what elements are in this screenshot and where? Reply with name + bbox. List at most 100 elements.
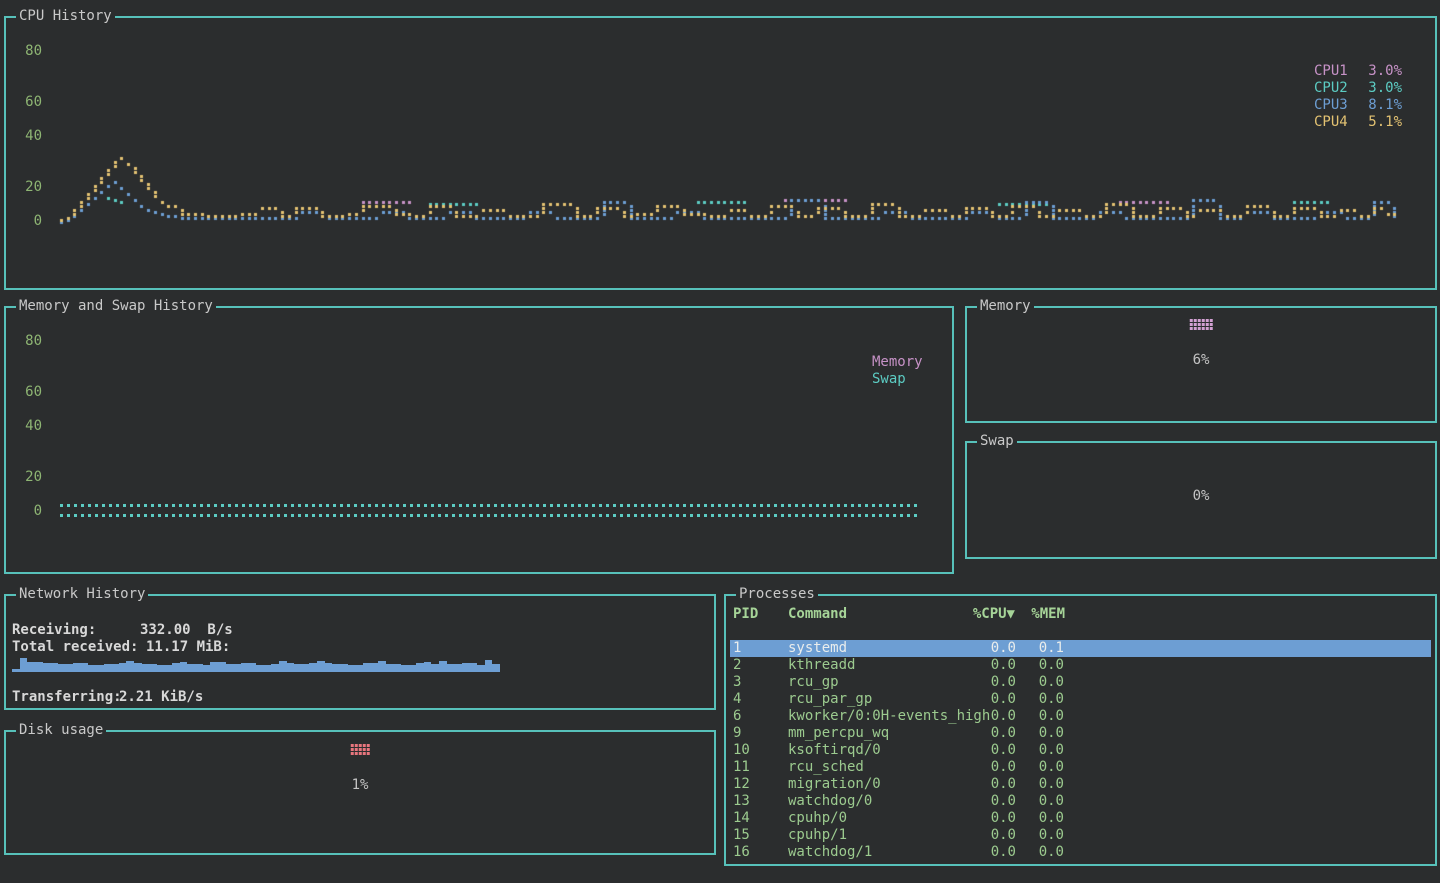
memory-swap-history-panel: Memory and Swap History 806040200 Memory…	[4, 306, 954, 574]
process-pid: 4	[733, 691, 741, 708]
command-column-header[interactable]: Command	[788, 606, 847, 623]
network-bar	[12, 669, 20, 672]
gauge-dot	[1194, 319, 1197, 322]
network-bar	[27, 662, 35, 672]
process-pid: 3	[733, 674, 741, 691]
process-row[interactable]: 11rcu_sched0.00.0	[730, 759, 1431, 776]
process-pid: 6	[733, 708, 741, 725]
network-bar	[73, 663, 81, 672]
process-pid: 16	[733, 844, 750, 861]
process-mem-percent: 0.0	[989, 776, 1064, 793]
network-receiving-label: Receiving:	[12, 622, 96, 639]
gauge-dot	[1190, 327, 1193, 330]
process-command: ksoftirqd/0	[788, 742, 881, 759]
network-bar	[104, 664, 112, 672]
network-bar	[401, 665, 409, 672]
process-command: rcu_par_gp	[788, 691, 872, 708]
gauge-dot	[1202, 327, 1205, 330]
processes-title: Processes	[736, 586, 818, 603]
process-pid: 1	[733, 640, 741, 657]
network-bar	[271, 664, 279, 672]
network-bar	[340, 664, 348, 672]
gauge-dot	[363, 744, 366, 747]
gauge-dot	[1206, 327, 1209, 330]
disk-gauge-arc	[351, 744, 370, 755]
process-row[interactable]: 6kworker/0:0H-events_high0.00.0	[730, 708, 1431, 725]
network-bar	[134, 663, 142, 672]
memory-tick-40: 40	[20, 419, 42, 433]
process-mem-percent: 0.0	[989, 657, 1064, 674]
network-bar	[317, 661, 325, 672]
process-row[interactable]: 10ksoftirqd/00.00.0	[730, 742, 1431, 759]
process-row[interactable]: 9mm_percpu_wq0.00.0	[730, 725, 1431, 742]
disk-usage-value: 1%	[352, 777, 369, 794]
network-bar	[20, 658, 28, 672]
network-bar	[470, 663, 478, 672]
gauge-dot	[355, 744, 358, 747]
process-mem-percent: 0.0	[989, 691, 1064, 708]
gauge-dot	[351, 748, 354, 751]
network-bar	[409, 665, 417, 672]
network-bar	[325, 663, 333, 672]
gauge-dot	[1194, 327, 1197, 330]
cpu-legend-row-cpu1: CPU13.0%	[1314, 63, 1402, 80]
gauge-dot	[351, 744, 354, 747]
network-transferring-value: 2.21 KiB/s	[119, 689, 203, 706]
process-table-header: PID Command %CPU▼ %MEM	[730, 606, 1431, 623]
process-row[interactable]: 4rcu_par_gp0.00.0	[730, 691, 1431, 708]
cpu-history-panel: CPU History 806040200 CPU13.0%CPU23.0%CP…	[4, 16, 1437, 290]
network-history-title: Network History	[16, 586, 148, 603]
memory-gauge-arc	[1190, 319, 1213, 330]
process-command: rcu_sched	[788, 759, 864, 776]
process-mem-percent: 0.0	[989, 674, 1064, 691]
process-command: watchdog/0	[788, 793, 872, 810]
process-row[interactable]: 15cpuhp/10.00.0	[730, 827, 1431, 844]
process-pid: 14	[733, 810, 750, 827]
network-receiving-value: 332.00 B/s	[140, 622, 233, 639]
swap-gauge-title: Swap	[977, 433, 1017, 450]
gauge-dot	[355, 748, 358, 751]
cpu-legend-value: 8.1%	[1368, 97, 1402, 114]
process-mem-percent: 0.0	[989, 708, 1064, 725]
process-row[interactable]: 3rcu_gp0.00.0	[730, 674, 1431, 691]
process-row[interactable]: 13watchdog/00.00.0	[730, 793, 1431, 810]
network-bar	[180, 662, 188, 672]
network-bar	[157, 665, 165, 672]
memory-tick-60: 60	[20, 385, 42, 399]
network-bar	[172, 663, 180, 672]
network-bar	[218, 662, 226, 672]
network-bar	[210, 662, 218, 672]
process-command: kthreadd	[788, 657, 855, 674]
gauge-dot	[363, 748, 366, 751]
network-bar	[65, 664, 73, 672]
process-row-selected[interactable]: 1systemd0.00.1	[730, 640, 1431, 657]
network-bar	[370, 663, 378, 672]
gauge-dot	[1194, 323, 1197, 326]
network-bar	[126, 661, 134, 672]
mem-column-header[interactable]: %MEM	[990, 606, 1065, 623]
network-history-panel: Network History Receiving: 332.00 B/s To…	[4, 594, 716, 710]
network-bar	[43, 663, 51, 672]
gauge-dot	[355, 752, 358, 755]
network-bar	[393, 664, 401, 672]
processes-panel: Processes PID Command %CPU▼ %MEM 1system…	[724, 594, 1437, 866]
network-bar	[58, 664, 66, 672]
gauge-dot	[351, 752, 354, 755]
network-bar	[424, 662, 432, 672]
gauge-dot	[1206, 319, 1209, 322]
process-row[interactable]: 14cpuhp/00.00.0	[730, 810, 1431, 827]
network-bar	[264, 665, 272, 672]
pid-column-header[interactable]: PID	[733, 606, 758, 623]
network-bar	[454, 664, 462, 672]
process-row[interactable]: 2kthreadd0.00.0	[730, 657, 1431, 674]
process-pid: 12	[733, 776, 750, 793]
gauge-dot	[1198, 323, 1201, 326]
gauge-dot	[1206, 323, 1209, 326]
network-bar	[233, 664, 241, 672]
process-row[interactable]: 16watchdog/10.00.0	[730, 844, 1431, 861]
network-bar	[248, 663, 256, 672]
process-row[interactable]: 12migration/00.00.0	[730, 776, 1431, 793]
swap-history-line	[60, 514, 920, 517]
process-mem-percent: 0.0	[989, 827, 1064, 844]
network-bar	[485, 660, 493, 672]
